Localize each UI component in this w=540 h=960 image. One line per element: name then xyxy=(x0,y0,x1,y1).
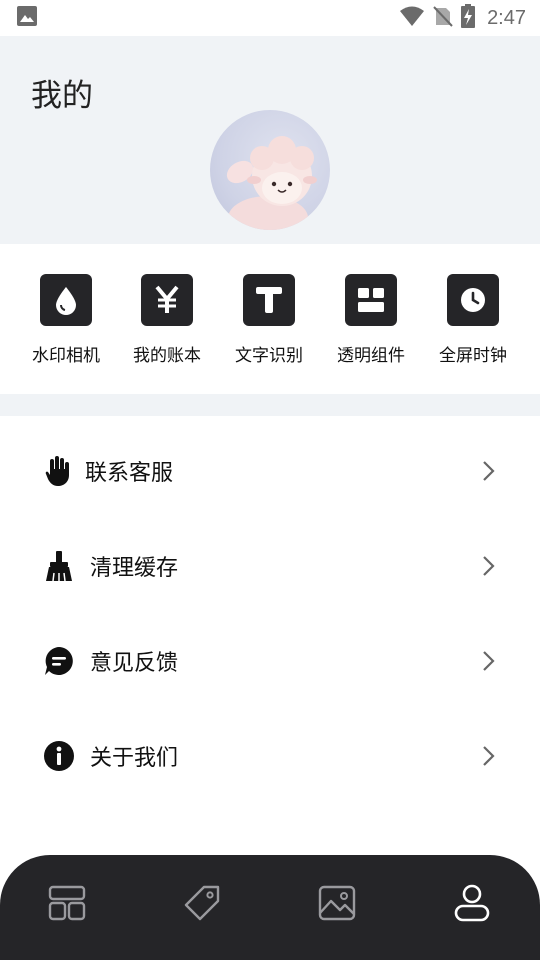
status-time: 2:47 xyxy=(487,6,526,29)
menu-item-contact-support[interactable]: 联系客服 xyxy=(0,423,540,518)
info-icon xyxy=(43,740,75,772)
section-divider xyxy=(0,394,540,416)
nav-item-tags[interactable] xyxy=(172,880,232,930)
quick-action-label: 文字识别 xyxy=(235,346,303,366)
avatar[interactable] xyxy=(210,110,330,230)
status-bar: 2:47 xyxy=(0,0,540,36)
quick-action-label: 全屏时钟 xyxy=(439,346,507,366)
bottom-navigation xyxy=(0,855,540,960)
broom-icon xyxy=(43,550,75,582)
menu-item-label: 清理缓存 xyxy=(90,555,179,581)
user-profile-icon xyxy=(453,884,491,926)
quick-action-label: 我的账本 xyxy=(133,346,201,366)
chat-bubble-icon xyxy=(43,645,75,677)
battery-charging-icon xyxy=(461,4,476,32)
profile-header: 我的 xyxy=(0,36,540,244)
dashboard-layout-icon xyxy=(48,885,86,925)
menu-item-about-us[interactable]: 关于我们 xyxy=(0,708,540,803)
clock-icon xyxy=(447,274,499,326)
hand-icon xyxy=(43,455,75,487)
gallery-image-icon xyxy=(318,885,356,925)
page-title: 我的 xyxy=(31,78,93,114)
menu-item-clear-cache[interactable]: 清理缓存 xyxy=(0,518,540,613)
nav-item-profile[interactable] xyxy=(442,880,502,930)
chevron-right-icon xyxy=(478,744,498,768)
menu-item-label: 联系客服 xyxy=(85,460,174,486)
widget-grid-icon xyxy=(345,274,397,326)
quick-action-watermark-camera[interactable]: 水印相机 xyxy=(15,274,117,374)
yen-icon xyxy=(141,274,193,326)
quick-action-fullscreen-clock[interactable]: 全屏时钟 xyxy=(422,274,524,374)
wifi-icon xyxy=(399,5,425,31)
tag-icon xyxy=(184,885,220,925)
nav-item-home[interactable] xyxy=(37,880,97,930)
menu-item-label: 意见反馈 xyxy=(90,650,179,676)
text-t-icon xyxy=(243,274,295,326)
quick-action-label: 透明组件 xyxy=(337,346,405,366)
water-drop-icon xyxy=(40,274,92,326)
quick-action-text-recognition[interactable]: 文字识别 xyxy=(218,274,320,374)
menu-item-label: 关于我们 xyxy=(90,745,179,771)
menu-item-feedback[interactable]: 意见反馈 xyxy=(0,613,540,708)
no-sim-icon xyxy=(433,5,453,31)
quick-action-label: 水印相机 xyxy=(32,346,100,366)
chevron-right-icon xyxy=(478,554,498,578)
image-notification-icon xyxy=(16,5,38,31)
chevron-right-icon xyxy=(478,459,498,483)
nav-item-gallery[interactable] xyxy=(307,880,367,930)
quick-action-transparent-widget[interactable]: 透明组件 xyxy=(320,274,422,374)
chevron-right-icon xyxy=(478,649,498,673)
quick-action-my-ledger[interactable]: 我的账本 xyxy=(116,274,218,374)
quick-actions: 水印相机 我的账本 文字识别 透明组件 全屏时钟 xyxy=(0,244,540,394)
